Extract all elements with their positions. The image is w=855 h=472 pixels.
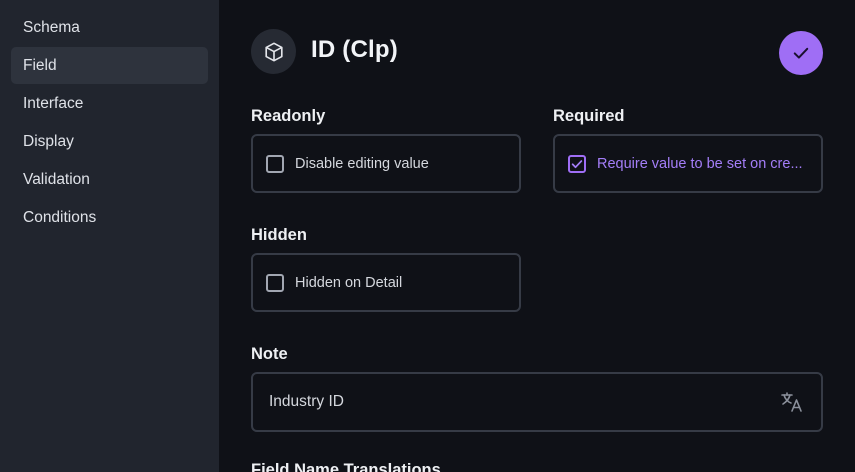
note-value[interactable]: Industry ID [269,393,779,411]
cube-icon [251,29,296,74]
main-panel: ID (Clp) Readonly Disable editing value … [219,0,855,472]
hidden-label: Hidden [251,226,307,244]
check-icon [793,47,809,59]
note-label: Note [251,345,288,363]
sidebar-item-conditions[interactable]: Conditions [11,199,208,236]
sidebar-item-interface[interactable]: Interface [11,85,208,122]
checkbox-checked-icon[interactable] [568,154,586,173]
translate-icon[interactable] [779,389,805,415]
field-name-translations-label: Field Name Translations [251,461,441,472]
required-option-label: Require value to be set on cre... [597,155,803,172]
page-title: ID (Clp) [311,36,398,63]
sidebar-item-validation[interactable]: Validation [11,161,208,198]
sidebar-item-schema[interactable]: Schema [11,9,208,46]
readonly-label: Readonly [251,107,326,125]
save-button[interactable] [779,31,823,75]
readonly-option-label: Disable editing value [295,155,429,172]
note-input[interactable]: Industry ID [251,372,823,432]
required-checkbox[interactable]: Require value to be set on cre... [553,134,823,193]
checkbox-unchecked-icon[interactable] [266,154,284,173]
required-label: Required [553,107,625,125]
sidebar-item-field[interactable]: Field [11,47,208,84]
readonly-checkbox[interactable]: Disable editing value [251,134,521,193]
hidden-option-label: Hidden on Detail [295,274,403,291]
hidden-checkbox[interactable]: Hidden on Detail [251,253,521,312]
sidebar-item-display[interactable]: Display [11,123,208,160]
sidebar: Schema Field Interface Display Validatio… [0,0,219,472]
checkbox-unchecked-icon[interactable] [266,273,284,292]
